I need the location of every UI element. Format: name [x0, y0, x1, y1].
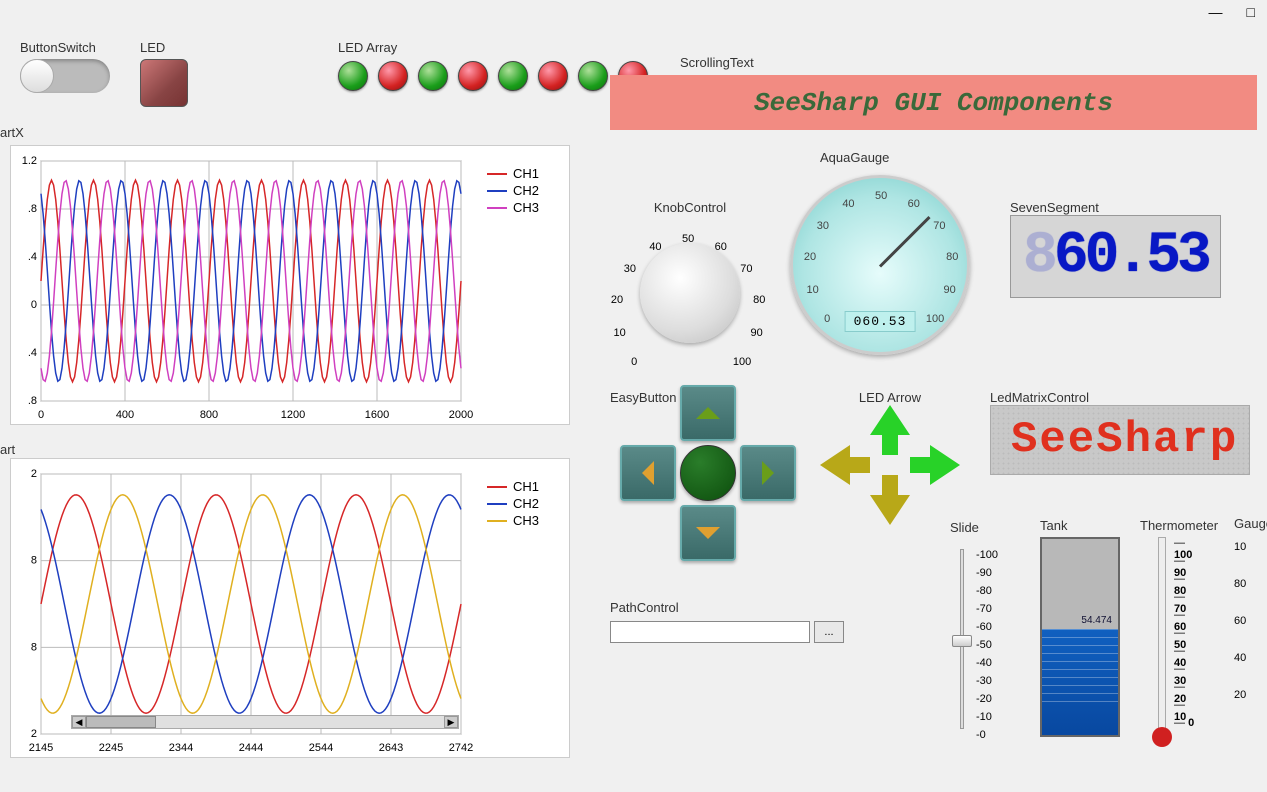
aquagauge-label: AquaGauge — [820, 150, 980, 165]
easy-left-button[interactable] — [620, 445, 676, 501]
svg-text:1.2: 1.2 — [22, 155, 37, 167]
scrollingtext-label: ScrollingText — [680, 55, 754, 70]
gauge-linear-label: Gauge — [1234, 516, 1267, 531]
thermometer: — 100— 90— 80— 70— 60— 50— 40— 30— 20— 1… — [1140, 537, 1200, 747]
led-red — [538, 61, 568, 91]
svg-text:1600: 1600 — [365, 409, 389, 421]
led-indicator — [140, 59, 188, 107]
arrow-down-icon — [696, 527, 720, 539]
svg-text:.4: .4 — [28, 251, 37, 263]
chartx: 0 400 800 1200 1600 2000 1.2 .8 .4 0 .4 .8 CH1 CH2 … — [10, 145, 570, 425]
buttonswitch-label: ButtonSwitch — [20, 40, 110, 55]
led-array — [338, 61, 648, 91]
easy-down-button[interactable] — [680, 505, 736, 561]
ledmatrix-label: LedMatrixControl — [990, 390, 1250, 405]
path-input[interactable] — [610, 621, 810, 643]
svg-text:0: 0 — [38, 409, 44, 421]
svg-text:2643: 2643 — [379, 742, 403, 754]
svg-text:2444: 2444 — [239, 742, 263, 754]
svg-text:8: 8 — [31, 555, 37, 567]
chart: 2145 2245 2344 2444 2544 2643 2742 2 8 8 2 CH1 CH2… — [10, 458, 570, 758]
svg-text:.8: .8 — [28, 395, 37, 407]
ledarrow-label: LED Arrow — [820, 390, 960, 405]
svg-text:2: 2 — [31, 468, 37, 480]
gauge-needle — [879, 216, 931, 268]
knob-label: KnobControl — [600, 200, 780, 215]
arrow-left-icon — [820, 445, 870, 485]
led-red — [378, 61, 408, 91]
arrow-up-icon — [696, 407, 720, 419]
arrow-right-icon — [762, 461, 774, 485]
scrolling-text-panel: SeeSharp GUI Components — [610, 75, 1257, 130]
seven-segment-display: 860.53 — [1010, 215, 1221, 298]
tank-value: 54.474 — [1081, 615, 1112, 626]
arrow-down-icon — [870, 475, 910, 525]
led-green — [418, 61, 448, 91]
svg-text:.8: .8 — [28, 203, 37, 215]
maximize-button[interactable]: □ — [1247, 4, 1255, 20]
slide-thumb[interactable] — [952, 635, 972, 647]
svg-text:1200: 1200 — [281, 409, 305, 421]
gauge-value: 060.53 — [845, 311, 916, 332]
svg-text:2245: 2245 — [99, 742, 123, 754]
easy-right-button[interactable] — [740, 445, 796, 501]
scrolling-text: SeeSharp GUI Components — [754, 88, 1113, 118]
slide-control[interactable]: -100-90-80-70-60-50-40-30-20-10-0 — [950, 539, 1000, 739]
button-switch[interactable] — [20, 59, 110, 93]
svg-text:2145: 2145 — [29, 742, 53, 754]
chartx-legend: CH1 CH2 CH3 — [487, 166, 539, 217]
led-arrow-pad — [820, 405, 960, 525]
easy-up-button[interactable] — [680, 385, 736, 441]
svg-text:2: 2 — [31, 728, 37, 740]
arrow-right-icon — [910, 445, 960, 485]
arrow-up-icon — [870, 405, 910, 455]
window-controls: — □ — [1197, 0, 1267, 24]
chart-legend: CH1 CH2 CH3 — [487, 479, 539, 530]
svg-text:0: 0 — [31, 299, 37, 311]
knob-control[interactable] — [640, 243, 740, 343]
svg-text:2000: 2000 — [449, 409, 473, 421]
thermometer-label: Thermometer — [1140, 518, 1218, 533]
svg-text:2544: 2544 — [309, 742, 333, 754]
pathcontrol-label: PathControl — [610, 600, 844, 615]
svg-text:8: 8 — [31, 641, 37, 653]
ledarray-label: LED Array — [338, 40, 648, 55]
led-label: LED — [140, 40, 188, 55]
led-matrix-display: SeeSharp — [990, 405, 1250, 475]
path-browse-button[interactable]: ... — [814, 621, 844, 643]
scroll-right-icon[interactable]: ▶ — [444, 716, 458, 728]
svg-text:2344: 2344 — [169, 742, 193, 754]
svg-text:400: 400 — [116, 409, 134, 421]
svg-text:800: 800 — [200, 409, 218, 421]
chart-hscrollbar[interactable]: ◀ ▶ — [71, 715, 459, 729]
led-red — [458, 61, 488, 91]
arrow-left-icon — [642, 461, 654, 485]
led-green — [578, 61, 608, 91]
tank-indicator: 54.474 — [1040, 537, 1120, 737]
easy-center-button[interactable] — [680, 445, 736, 501]
slide-label: Slide — [950, 520, 1000, 535]
minimize-button[interactable]: — — [1209, 4, 1223, 20]
sevensegment-label: SevenSegment — [1010, 200, 1221, 215]
led-green — [498, 61, 528, 91]
scroll-left-icon[interactable]: ◀ — [72, 716, 86, 728]
aqua-gauge: 0102030405060708090100 060.53 — [790, 175, 970, 355]
chart-label: art — [0, 442, 15, 457]
svg-text:.4: .4 — [28, 347, 37, 359]
tank-label: Tank — [1040, 518, 1120, 533]
svg-text:2742: 2742 — [449, 742, 473, 754]
chartx-label: artX — [0, 125, 24, 140]
led-green — [338, 61, 368, 91]
scroll-thumb[interactable] — [86, 716, 156, 728]
